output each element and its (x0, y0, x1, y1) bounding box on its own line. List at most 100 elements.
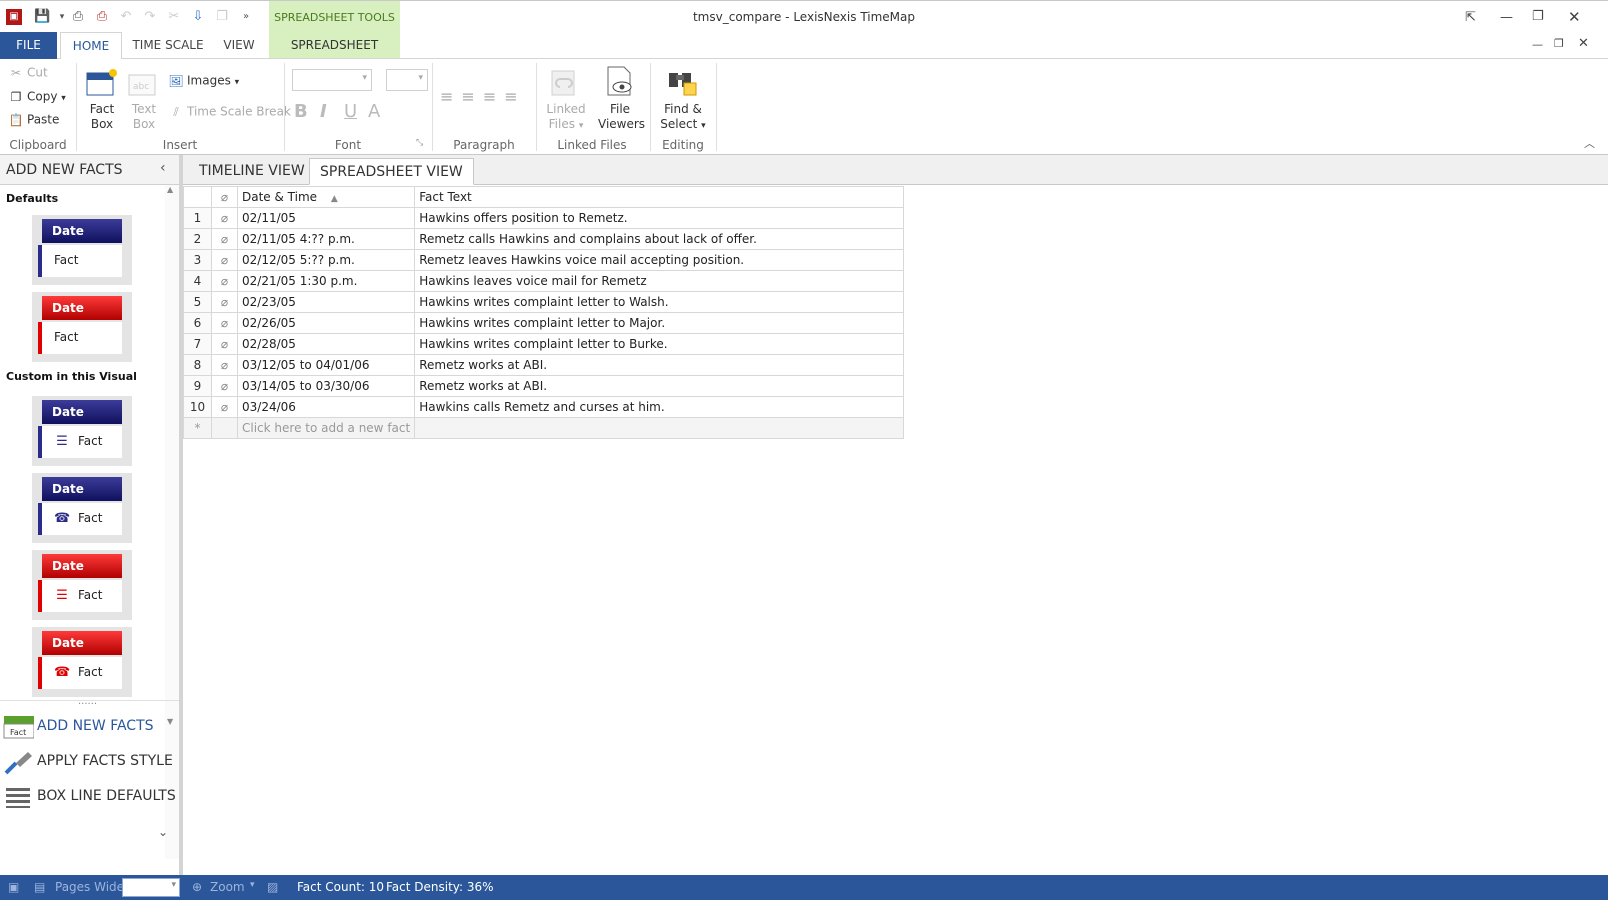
attachment-cell[interactable]: ⌀ (211, 396, 238, 418)
datetime-cell[interactable]: 02/12/05 5:?? p.m. (236, 249, 416, 271)
table-row[interactable]: 3 ⌀ 02/12/05 5:?? p.m. Remetz leaves Hawkin… (183, 249, 905, 271)
underline-button[interactable]: U (344, 101, 357, 122)
row-number[interactable]: 5 (183, 291, 212, 313)
font-size-select[interactable]: ▾ (386, 69, 428, 91)
table-row[interactable]: 1 ⌀ 02/11/05 Hawkins offers position to Rem… (183, 207, 905, 229)
cut-button[interactable]: ✂ Cut (8, 65, 48, 81)
tab-spreadsheet-view[interactable]: SPREADSHEET VIEW (309, 158, 474, 185)
minimize-icon[interactable]: — (1500, 10, 1513, 25)
facttext-cell[interactable]: Hawkins writes complaint letter to Major… (414, 312, 905, 334)
nav-apply-facts-style[interactable]: APPLY FACTS STYLE (0, 745, 179, 779)
font-family-select[interactable]: ▾ (292, 69, 372, 91)
nav-box-line-defaults[interactable]: BOX LINE DEFAULTS (0, 780, 179, 814)
file-viewers-button[interactable]: File Viewers (598, 102, 645, 132)
image-icon[interactable]: ▨ (267, 880, 278, 894)
fact-style-box[interactable]: Date ☎ Fact (32, 473, 132, 543)
datetime-cell[interactable]: 03/24/06 (236, 396, 416, 418)
chevron-down-icon[interactable]: ▾ (250, 880, 255, 890)
font-color-button[interactable]: A (368, 101, 380, 122)
find-select-button[interactable]: Find & Select ▾ (660, 102, 706, 134)
row-number[interactable]: 1 (183, 207, 212, 229)
chevron-down-icon[interactable]: ⌄ (158, 825, 168, 839)
datetime-cell[interactable]: 02/23/05 (236, 291, 416, 313)
attachment-cell[interactable]: ⌀ (211, 312, 238, 334)
attachment-cell[interactable]: ⌀ (211, 207, 238, 229)
facttext-cell[interactable] (414, 417, 905, 439)
fact-style-box[interactable]: Date Fact (32, 292, 132, 362)
table-row[interactable]: 7 ⌀ 02/28/05 Hawkins writes complaint lette… (183, 333, 905, 355)
attachment-cell[interactable]: ⌀ (211, 291, 238, 313)
tab-file[interactable]: FILE (0, 32, 57, 59)
restore-icon[interactable]: ❐ (1532, 9, 1544, 24)
font-dialog-launcher-icon[interactable]: ⤡ (416, 138, 423, 148)
table-row[interactable]: 9 ⌀ 03/14/05 to 03/30/06 Remetz works at AB… (183, 375, 905, 397)
facttext-cell[interactable]: Hawkins leaves voice mail for Remetz (414, 270, 905, 292)
tab-timeline-view[interactable]: TIMELINE VIEW (189, 158, 315, 185)
facttext-cell[interactable]: Hawkins writes complaint letter to Burke… (414, 333, 905, 355)
attachment-cell[interactable]: ⌀ (211, 228, 238, 250)
row-number[interactable]: 8 (183, 354, 212, 376)
italic-button[interactable]: I (320, 101, 327, 122)
facttext-cell[interactable]: Remetz works at ABI. (414, 354, 905, 376)
table-row[interactable]: 5 ⌀ 02/23/05 Hawkins writes complaint lette… (183, 291, 905, 313)
attachment-cell[interactable]: ⌀ (211, 354, 238, 376)
collapse-ribbon-icon[interactable]: ︿ (1584, 135, 1595, 151)
paste-button[interactable]: 📋 Paste (8, 112, 60, 128)
row-number[interactable]: 4 (183, 270, 212, 292)
new-fact-prompt[interactable]: Click here to add a new fact (236, 417, 416, 439)
table-row[interactable]: 6 ⌀ 02/26/05 Hawkins writes complaint lette… (183, 312, 905, 334)
fact-box-button[interactable]: Fact Box (82, 102, 122, 132)
attachment-header[interactable]: ⌀ (211, 186, 238, 208)
fit-page-icon[interactable]: ▣ (8, 880, 19, 894)
time-scale-break-button[interactable]: ⫽ Time Scale Break (168, 104, 291, 120)
new-fact-row[interactable]: * Click here to add a new fact (183, 417, 905, 439)
nav-add-new-facts[interactable]: Fact ADD NEW FACTS (0, 710, 179, 744)
attachment-cell[interactable]: ⌀ (211, 375, 238, 397)
attachment-cell[interactable]: ⌀ (211, 249, 238, 271)
datetime-cell[interactable]: 02/21/05 1:30 p.m. (236, 270, 416, 292)
row-number[interactable]: 3 (183, 249, 212, 271)
page-icon[interactable]: ▤ (34, 880, 45, 894)
facttext-cell[interactable]: Hawkins calls Remetz and curses at him. (414, 396, 905, 418)
scroll-up-icon[interactable]: ▲ (167, 185, 173, 194)
fact-style-box[interactable]: Date ☰ Fact (32, 550, 132, 620)
table-row[interactable]: 8 ⌀ 03/12/05 to 04/01/06 Remetz works at AB… (183, 354, 905, 376)
copy-button[interactable]: ❐ Copy ▾ (8, 89, 66, 105)
tab-time-scale[interactable]: TIME SCALE (127, 32, 209, 59)
attachment-cell[interactable]: ⌀ (211, 333, 238, 355)
table-row[interactable]: 2 ⌀ 02/11/05 4:?? p.m. Remetz calls Hawkins… (183, 228, 905, 250)
datetime-cell[interactable]: 02/11/05 4:?? p.m. (236, 228, 416, 250)
row-number[interactable]: 9 (183, 375, 212, 397)
text-box-button[interactable]: Text Box (124, 102, 164, 132)
close-icon[interactable]: ✕ (1568, 8, 1581, 26)
tab-view[interactable]: VIEW (215, 32, 263, 59)
facttext-cell[interactable]: Remetz calls Hawkins and complains about… (414, 228, 905, 250)
row-number[interactable]: 10 (183, 396, 212, 418)
facttext-header[interactable]: Fact Text (414, 186, 905, 208)
fact-style-box[interactable]: Date ☰ Fact (32, 396, 132, 466)
datetime-cell[interactable]: 03/14/05 to 03/30/06 (236, 375, 416, 397)
table-row[interactable]: 10 ⌀ 03/24/06 Hawkins calls Remetz and curs… (183, 396, 905, 418)
facttext-cell[interactable]: Remetz leaves Hawkins voice mail accepti… (414, 249, 905, 271)
images-button[interactable]: 🖼 Images ▾ (168, 73, 239, 89)
datetime-cell[interactable]: 02/28/05 (236, 333, 416, 355)
paragraph-align-icons[interactable]: ≡≡≡≡ (440, 87, 526, 106)
ribbon-display-icon[interactable]: ⇱ (1465, 10, 1476, 25)
tab-home[interactable]: HOME (60, 32, 122, 60)
row-number[interactable]: 6 (183, 312, 212, 334)
linked-files-button[interactable]: Linked Files ▾ (544, 102, 588, 134)
datetime-cell[interactable]: 02/26/05 (236, 312, 416, 334)
bold-button[interactable]: B (294, 101, 308, 122)
facttext-cell[interactable]: Remetz works at ABI. (414, 375, 905, 397)
row-number[interactable]: 7 (183, 333, 212, 355)
table-row[interactable]: 4 ⌀ 02/21/05 1:30 p.m. Hawkins leaves voice… (183, 270, 905, 292)
attachment-cell[interactable]: ⌀ (211, 270, 238, 292)
zoom-icon[interactable]: ⊕ (192, 880, 202, 894)
datetime-cell[interactable]: 02/11/05 (236, 207, 416, 229)
facttext-cell[interactable]: Hawkins writes complaint letter to Walsh… (414, 291, 905, 313)
datetime-header[interactable]: Date & Time ▲ (236, 186, 416, 208)
zoom-label[interactable]: Zoom (210, 880, 245, 894)
chevron-left-icon[interactable]: ‹ (160, 160, 166, 176)
datetime-cell[interactable]: 03/12/05 to 04/01/06 (236, 354, 416, 376)
fact-style-box[interactable]: Date Fact (32, 215, 132, 285)
